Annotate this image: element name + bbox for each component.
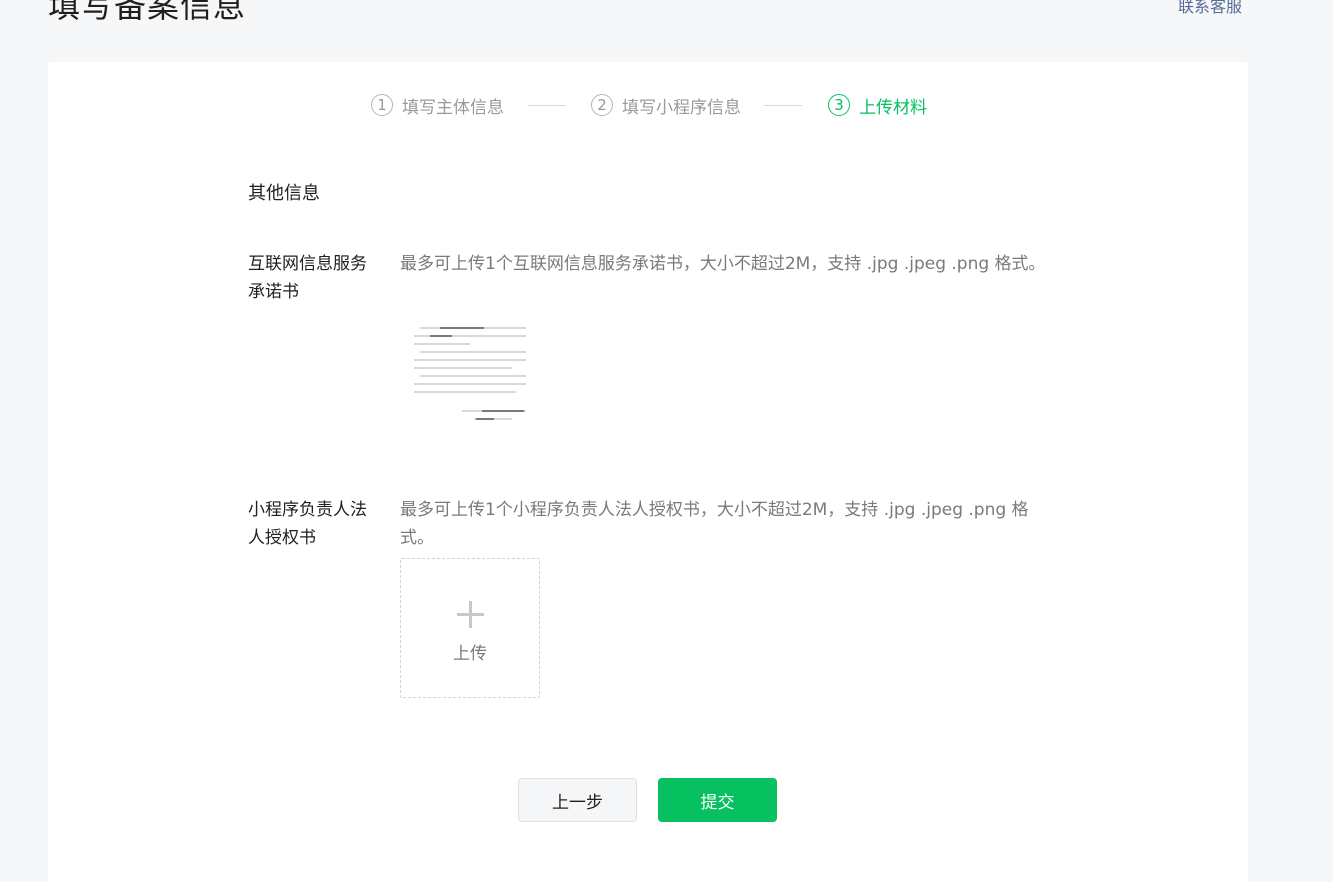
upload-label: 上传 xyxy=(453,644,487,664)
step-divider xyxy=(528,105,566,106)
step-indicator: 1 填写主体信息 2 填写小程序信息 3 上传材料 xyxy=(0,92,1333,118)
previous-step-button[interactable]: 上一步 xyxy=(518,778,637,822)
page-title: 填写备案信息 xyxy=(48,0,247,25)
step-3: 3 上传材料 xyxy=(828,92,927,118)
commitment-document-thumbnail[interactable] xyxy=(400,312,540,437)
step-1-number: 1 xyxy=(371,94,393,116)
step-divider xyxy=(764,105,802,106)
submit-button[interactable]: 提交 xyxy=(658,778,777,822)
plus-icon xyxy=(457,601,484,628)
step-1: 1 填写主体信息 xyxy=(371,92,504,118)
form-card xyxy=(48,62,1248,882)
step-2-label: 填写小程序信息 xyxy=(622,97,741,118)
authorization-tip: 最多可上传1个小程序负责人法人授权书，大小不超过2M，支持 .jpg .jpeg… xyxy=(400,500,1029,548)
step-3-label: 上传材料 xyxy=(859,97,927,118)
step-2: 2 填写小程序信息 xyxy=(591,92,741,118)
step-3-number: 3 xyxy=(828,94,850,116)
step-1-label: 填写主体信息 xyxy=(402,97,504,118)
authorization-label: 小程序负责人法人授权书 xyxy=(248,500,367,548)
contact-support-link[interactable]: 联系客服 xyxy=(1178,0,1242,18)
authorization-upload-button[interactable]: 上传 xyxy=(400,558,540,698)
step-2-number: 2 xyxy=(591,94,613,116)
document-preview-icon xyxy=(414,327,526,420)
commitment-tip: 最多可上传1个互联网信息服务承诺书，大小不超过2M，支持 .jpg .jpeg … xyxy=(400,254,1046,274)
section-title: 其他信息 xyxy=(248,183,320,204)
commitment-label: 互联网信息服务承诺书 xyxy=(248,254,367,302)
